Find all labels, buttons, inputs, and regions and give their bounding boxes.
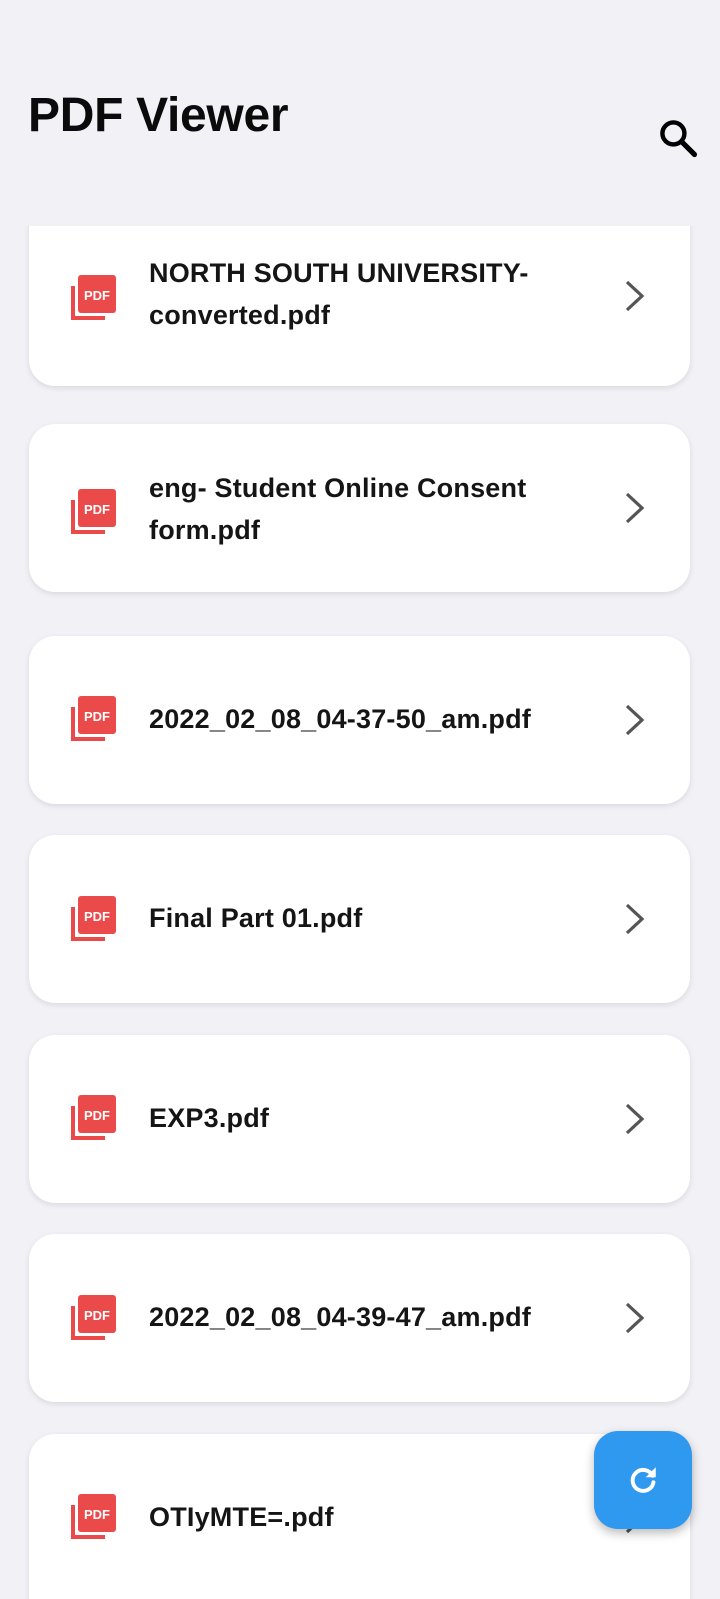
chevron-right-icon [625,280,645,312]
app-bar: PDF Viewer [0,0,720,226]
file-name: Final Part 01.pdf [149,903,363,933]
file-name-line: NORTH SOUTH UNIVERSITY- [149,258,529,288]
svg-text:PDF: PDF [84,288,110,303]
file-name-line: eng- Student Online Consent [149,473,527,503]
pdf-file-icon: PDF [71,696,116,741]
file-name-line: converted.pdf [149,300,331,330]
svg-text:PDF: PDF [84,1507,110,1522]
file-name: NORTH SOUTH UNIVERSITY- converted.pdf [149,252,549,336]
page-title: PDF Viewer [28,89,289,142]
refresh-button[interactable] [594,1431,692,1529]
svg-text:PDF: PDF [84,1308,110,1323]
pdf-file-icon: PDF [71,1295,116,1340]
pdf-file-icon: PDF [71,1095,116,1140]
pdf-file-icon: PDF [71,489,116,534]
chevron-right-icon [625,903,645,935]
file-name: eng- Student Online Consent form.pdf [149,467,549,551]
search-icon [660,120,698,158]
refresh-icon [630,1467,656,1493]
pdf-file-icon: PDF [71,275,116,320]
file-list: PDF NORTH SOUTH UNIVERSITY- converted.pd… [0,226,720,1599]
pdf-file-icon: PDF [71,1494,116,1539]
chevron-right-icon [625,1302,645,1334]
svg-text:PDF: PDF [84,709,110,724]
file-name: OTIyMTE=.pdf [149,1502,334,1532]
chevron-right-icon [625,704,645,736]
chevron-right-icon [625,1103,645,1135]
file-name: EXP3.pdf [149,1103,270,1133]
file-name: 2022_02_08_04-39-47_am.pdf [149,1302,531,1332]
svg-text:PDF: PDF [84,502,110,517]
file-name-line: form.pdf [149,515,261,545]
pdf-file-icon: PDF [71,896,116,941]
search-button[interactable] [650,110,706,166]
file-name: 2022_02_08_04-37-50_am.pdf [149,704,531,734]
svg-text:PDF: PDF [84,1108,110,1123]
svg-text:PDF: PDF [84,909,110,924]
chevron-right-icon [625,492,645,524]
